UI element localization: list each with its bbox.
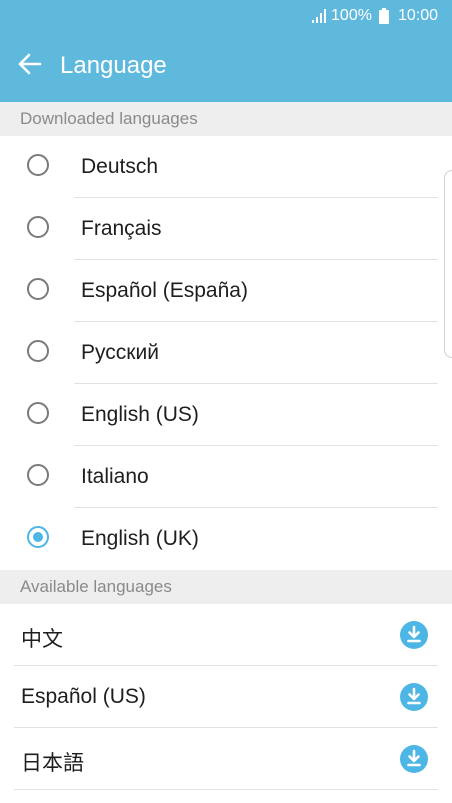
language-item-english-us[interactable]: English (US) <box>0 384 452 446</box>
language-label: English (US) <box>81 403 199 426</box>
available-language-chinese[interactable]: 中文 <box>0 604 452 666</box>
available-languages-header: Available languages <box>0 570 452 604</box>
language-item-deutsch[interactable]: Deutsch <box>0 136 452 198</box>
language-label: Русский <box>81 341 159 364</box>
language-label: Español (US) <box>21 685 146 708</box>
language-label: Italiano <box>81 465 149 488</box>
radio-button[interactable] <box>27 340 49 362</box>
language-screen: 100% 10:00 Language Downloaded languages <box>0 0 452 803</box>
language-label: 中文 <box>21 628 63 651</box>
status-bar: 100% 10:00 <box>0 0 452 32</box>
language-label: English (UK) <box>81 527 199 550</box>
download-icon[interactable] <box>400 683 428 711</box>
screen-edge-handle[interactable] <box>444 170 452 358</box>
radio-button[interactable] <box>27 278 49 300</box>
back-button[interactable] <box>10 48 50 84</box>
radio-button[interactable] <box>27 216 49 238</box>
page-title: Language <box>60 52 167 79</box>
clock: 10:00 <box>397 7 438 24</box>
language-label: Français <box>81 217 162 240</box>
signal-icon <box>312 9 328 23</box>
language-item-italiano[interactable]: Italiano <box>0 446 452 508</box>
language-item-espanol-espana[interactable]: Español (España) <box>0 260 452 322</box>
language-label: Español (España) <box>81 279 248 302</box>
battery-percent: 100% <box>331 7 372 24</box>
back-arrow-icon <box>18 53 42 80</box>
language-item-russian[interactable]: Русский <box>0 322 452 384</box>
app-bar: Language <box>0 32 452 102</box>
language-item-english-uk[interactable]: English (UK) <box>0 508 452 570</box>
radio-button[interactable] <box>27 464 49 486</box>
radio-button[interactable] <box>27 402 49 424</box>
radio-button[interactable] <box>27 154 49 176</box>
download-icon[interactable] <box>400 745 428 773</box>
status-indicators: 100% 10:00 <box>312 6 438 26</box>
battery-icon <box>378 8 389 24</box>
download-icon[interactable] <box>400 621 428 649</box>
language-label: Deutsch <box>81 155 159 178</box>
downloaded-languages-header: Downloaded languages <box>0 102 452 136</box>
divider <box>14 789 438 790</box>
available-language-espanol-us[interactable]: Español (US) <box>0 666 452 728</box>
available-language-japanese[interactable]: 日本語 <box>0 728 452 790</box>
language-label: 日本語 <box>21 752 84 775</box>
radio-button-selected[interactable] <box>27 526 49 548</box>
language-item-francais[interactable]: Français <box>0 198 452 260</box>
